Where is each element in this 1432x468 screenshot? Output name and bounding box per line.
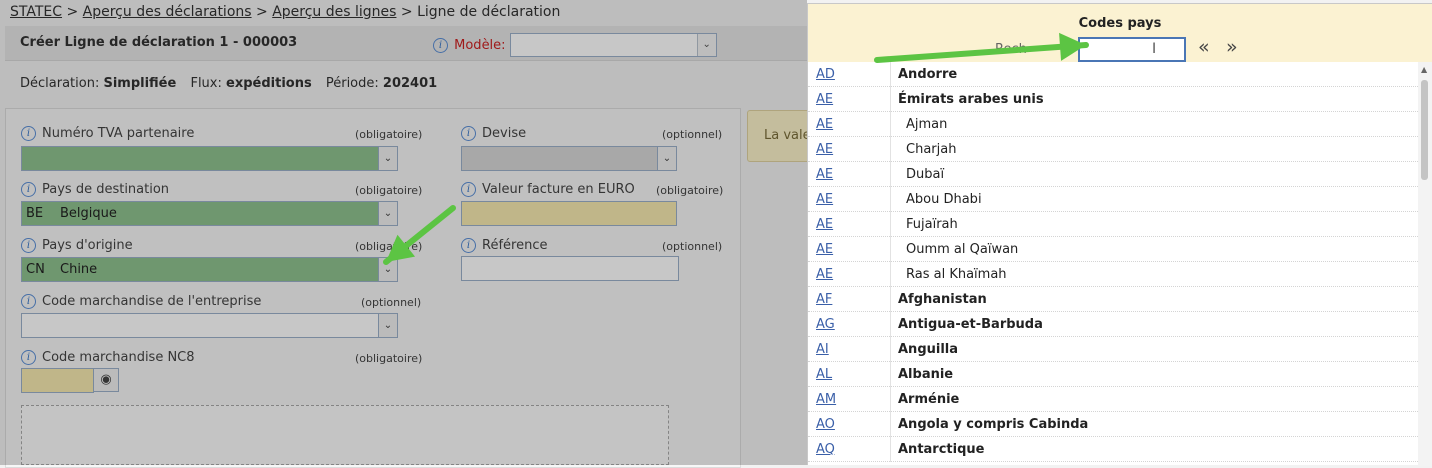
prev-page-button[interactable]: « — [1198, 36, 1210, 58]
list-item[interactable]: AF Afghanistan — [808, 287, 1418, 312]
column-divider — [890, 62, 891, 87]
search-label: Rech — [995, 42, 1027, 57]
column-divider — [890, 112, 891, 137]
country-list: AD Andorre AE Émirats arabes unis AE Ajman AE C… — [808, 62, 1418, 462]
country-name: Albanie — [898, 367, 954, 382]
list-item[interactable]: AE Fujaïrah — [808, 212, 1418, 237]
page: STATEC > Aperçu des déclarations > Aperç… — [0, 0, 1432, 468]
country-code-link[interactable]: AE — [816, 192, 833, 207]
column-divider — [890, 362, 891, 387]
country-name: Ajman — [906, 117, 948, 132]
list-item[interactable]: AE Émirats arabes unis — [808, 87, 1418, 112]
list-item[interactable]: AD Andorre — [808, 62, 1418, 87]
list-item[interactable]: AE Ras al Khaïmah — [808, 262, 1418, 287]
country-name: Arménie — [898, 392, 960, 407]
text-cursor-icon: I — [1152, 41, 1157, 57]
list-item[interactable]: AE Ajman — [808, 112, 1418, 137]
column-divider — [890, 262, 891, 287]
scroll-up-icon[interactable]: ▲ — [1421, 65, 1427, 74]
country-name: Oumm al Qaïwan — [906, 242, 1019, 257]
list-item[interactable]: AQ Antarctique — [808, 437, 1418, 462]
country-code-link[interactable]: AE — [816, 142, 833, 157]
column-divider — [890, 412, 891, 437]
country-name: Ras al Khaïmah — [906, 267, 1007, 282]
list-item[interactable]: AE Oumm al Qaïwan — [808, 237, 1418, 262]
country-name: Dubaï — [906, 167, 945, 182]
country-name: Afghanistan — [898, 292, 987, 307]
column-divider — [890, 137, 891, 162]
popup-title: Codes pays — [1078, 16, 1162, 31]
country-code-link[interactable]: AG — [816, 317, 835, 332]
country-code-link[interactable]: AL — [816, 367, 832, 382]
country-code-link[interactable]: AF — [816, 292, 832, 307]
country-name: Émirats arabes unis — [898, 92, 1044, 107]
next-page-button[interactable]: » — [1226, 36, 1238, 58]
country-code-link[interactable]: AE — [816, 242, 833, 257]
country-name: Angola y compris Cabinda — [898, 417, 1089, 432]
column-divider — [890, 212, 891, 237]
country-name: Fujaïrah — [906, 217, 958, 232]
list-item[interactable]: AO Angola y compris Cabinda — [808, 412, 1418, 437]
column-divider — [890, 287, 891, 312]
country-name: Antigua-et-Barbuda — [898, 317, 1043, 332]
country-code-link[interactable]: AM — [816, 392, 836, 407]
column-divider — [890, 337, 891, 362]
country-code-link[interactable]: AO — [816, 417, 835, 432]
column-divider — [890, 162, 891, 187]
country-name: Anguilla — [898, 342, 959, 357]
column-divider — [890, 437, 891, 462]
country-name: Antarctique — [898, 442, 985, 457]
country-code-link[interactable]: AE — [816, 92, 833, 107]
column-divider — [890, 87, 891, 112]
column-divider — [890, 237, 891, 262]
list-item[interactable]: AL Albanie — [808, 362, 1418, 387]
country-code-popup: Codes pays Rech I « » AD Andorre AE Émirats… — [807, 3, 1432, 466]
country-name: Andorre — [898, 67, 958, 82]
list-item[interactable]: AE Dubaï — [808, 162, 1418, 187]
country-name: Abou Dhabi — [906, 192, 982, 207]
scroll-thumb[interactable] — [1421, 80, 1428, 180]
column-divider — [890, 187, 891, 212]
scrollbar[interactable]: ▲ — [1418, 62, 1432, 466]
column-divider — [890, 387, 891, 412]
list-item[interactable]: AG Antigua-et-Barbuda — [808, 312, 1418, 337]
country-code-link[interactable]: AE — [816, 217, 833, 232]
country-code-link[interactable]: AI — [816, 342, 829, 357]
country-code-link[interactable]: AD — [816, 67, 835, 82]
list-item[interactable]: AM Arménie — [808, 387, 1418, 412]
column-divider — [890, 312, 891, 337]
list-item[interactable]: AE Charjah — [808, 137, 1418, 162]
popup-header: Codes pays Rech I « » — [808, 4, 1432, 62]
modal-overlay[interactable] — [0, 0, 807, 465]
list-item[interactable]: AI Anguilla — [808, 337, 1418, 362]
country-name: Charjah — [906, 142, 957, 157]
list-item[interactable]: AE Abou Dhabi — [808, 187, 1418, 212]
search-input[interactable]: I — [1078, 37, 1186, 62]
country-code-link[interactable]: AE — [816, 267, 833, 282]
country-code-link[interactable]: AE — [816, 117, 833, 132]
country-code-link[interactable]: AE — [816, 167, 833, 182]
country-code-link[interactable]: AQ — [816, 442, 835, 457]
